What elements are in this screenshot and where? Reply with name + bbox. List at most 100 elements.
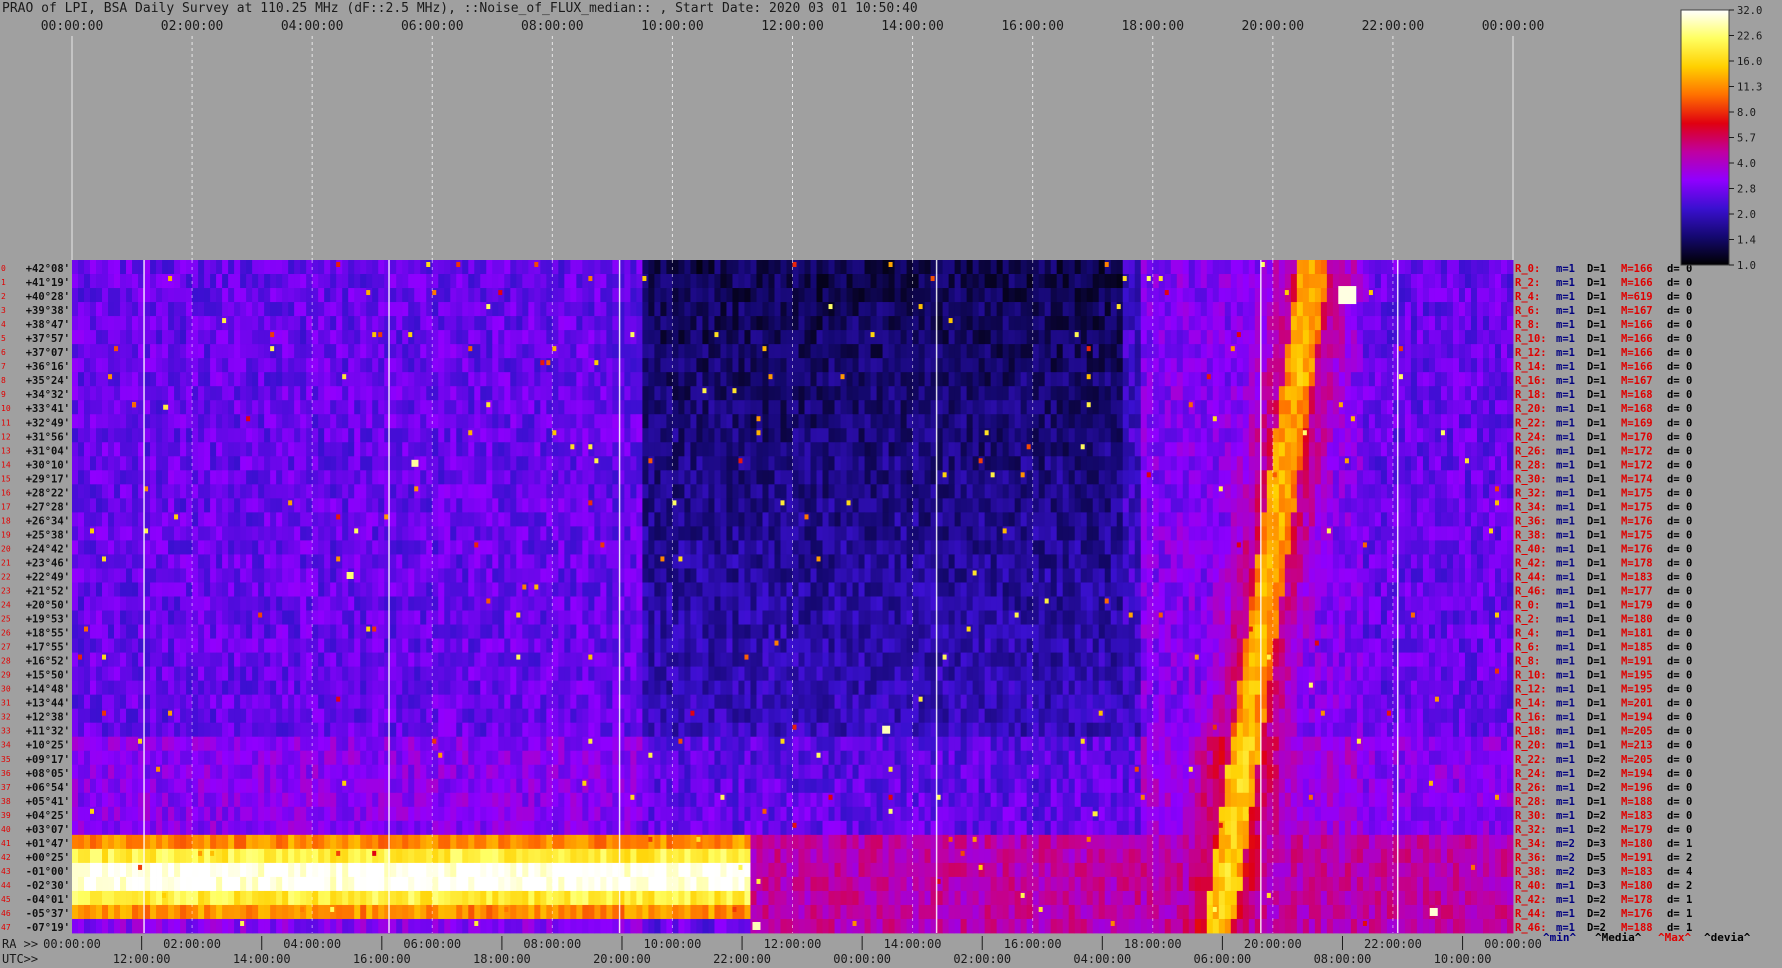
heatmap-cell (936, 288, 943, 303)
heatmap-cell (348, 526, 355, 541)
heatmap-cell (120, 512, 127, 527)
heatmap-cell (588, 540, 595, 555)
heatmap-cell (288, 372, 295, 387)
heatmap-cell (864, 442, 871, 457)
heatmap-cell (1050, 302, 1058, 317)
heatmap-cell (858, 526, 865, 541)
heatmap-cell (1014, 330, 1022, 345)
heatmap-cell (1344, 260, 1352, 275)
heatmap-cell (804, 288, 811, 303)
heatmap-cell (798, 512, 805, 527)
heatmap-cell (942, 358, 949, 373)
heatmap-cell (606, 498, 613, 513)
heatmap-cell (678, 400, 685, 415)
heatmap-cell (1014, 498, 1022, 513)
heatmap-cell (738, 372, 745, 387)
heatmap-cell (462, 442, 469, 457)
heatmap-cell (1272, 400, 1280, 415)
heatmap-cell (426, 330, 433, 345)
heatmap-cell (162, 456, 169, 471)
heatmap-cell (1086, 288, 1094, 303)
heatmap-cell (1284, 400, 1292, 415)
heatmap-cell (1374, 470, 1382, 485)
heatmap-cell (1206, 330, 1214, 345)
heatmap-cell (486, 274, 493, 289)
heatmap-cell (558, 428, 565, 443)
heatmap-cell (1308, 442, 1316, 457)
heatmap-cell (348, 498, 355, 513)
heatmap-cell (1182, 316, 1190, 331)
heatmap-cell (648, 414, 655, 429)
heatmap-cell (630, 526, 637, 541)
heatmap-cell (390, 456, 397, 471)
heatmap-cell (1374, 372, 1382, 387)
heatmap-cell (1452, 442, 1460, 457)
heatmap-cell (528, 414, 535, 429)
heatmap-cell (126, 470, 133, 485)
heatmap-cell (786, 484, 793, 499)
heatmap-cell (588, 316, 595, 331)
heatmap-cell (552, 470, 559, 485)
heatmap-cell (690, 358, 697, 373)
heatmap-cell (1086, 260, 1094, 275)
heatmap-cell (576, 260, 583, 275)
heatmap-cell (948, 330, 956, 345)
heatmap-cell (636, 274, 643, 289)
heatmap-cell (678, 358, 685, 373)
heatmap-cell (234, 260, 241, 275)
heatmap-cell (1272, 330, 1280, 345)
heatmap-cell (1386, 400, 1394, 415)
heatmap-cell (1368, 442, 1376, 457)
heatmap-cell (1470, 344, 1478, 359)
heatmap-cell (648, 372, 655, 387)
heatmap-cell (426, 442, 433, 457)
heatmap-cell (174, 302, 181, 317)
heatmap-cell (858, 316, 865, 331)
heatmap-cell (978, 428, 986, 443)
heatmap-cell (1452, 526, 1460, 541)
heatmap-cell (174, 400, 181, 415)
heatmap-cell (288, 442, 295, 457)
heatmap-cell (504, 260, 511, 275)
heatmap-cell (1002, 428, 1010, 443)
heatmap-cell (672, 330, 679, 345)
heatmap-cell (1152, 274, 1160, 289)
heatmap-cell (984, 512, 992, 527)
heatmap-cell (1470, 428, 1478, 443)
heatmap-cell (90, 344, 97, 359)
heatmap-cell (324, 386, 331, 401)
heatmap-cell (318, 498, 325, 513)
heatmap-cell (660, 288, 667, 303)
heatmap-cell (438, 316, 445, 331)
heatmap-cell (978, 288, 986, 303)
heatmap-cell (1386, 526, 1394, 541)
heatmap-cell (744, 414, 751, 429)
heatmap-cell (756, 526, 763, 541)
heatmap-cell (714, 484, 721, 499)
heatmap-cell (576, 316, 583, 331)
heatmap-cell (480, 470, 487, 485)
heatmap-cell (360, 372, 367, 387)
heatmap-cell (72, 456, 79, 471)
heatmap-cell (546, 274, 553, 289)
heatmap-cell (1188, 386, 1196, 401)
heatmap-cell (1416, 456, 1424, 471)
heatmap-cell (318, 330, 325, 345)
heatmap-cell (942, 428, 949, 443)
heatmap-cell (1398, 302, 1406, 317)
heatmap-cell (942, 526, 949, 541)
heatmap-cell (1416, 414, 1424, 429)
heatmap-cell (1134, 302, 1142, 317)
heatmap-cell (1176, 400, 1184, 415)
heatmap-cell (1350, 400, 1358, 415)
heatmap-cell (180, 470, 187, 485)
heatmap-cell (1218, 260, 1226, 275)
heatmap-cell (1404, 414, 1412, 429)
heatmap-cell (1404, 358, 1412, 373)
heatmap-cell (1218, 288, 1226, 303)
heatmap-cell (732, 526, 739, 541)
heatmap-cell (954, 512, 962, 527)
heatmap-cell (1014, 540, 1022, 555)
heatmap-cell (1092, 512, 1100, 527)
heatmap-cell (1446, 358, 1454, 373)
